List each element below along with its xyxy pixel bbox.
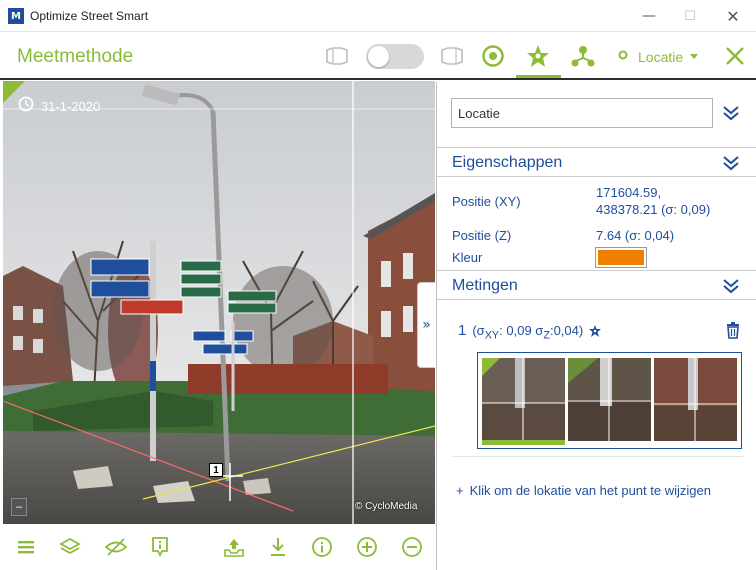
info-icon[interactable] [310, 535, 334, 559]
location-input[interactable] [451, 98, 713, 128]
download-icon[interactable] [266, 535, 290, 559]
selected-thumbnail-indicator [482, 440, 565, 445]
upload-icon[interactable] [222, 535, 246, 559]
eigenschappen-header[interactable]: Eigenschappen [437, 147, 756, 177]
kleur-label: Kleur [452, 250, 483, 265]
viewer-minus-button[interactable]: – [11, 498, 27, 516]
metingen-title: Metingen [452, 277, 518, 294]
chevron-double-down-icon[interactable] [722, 104, 740, 122]
measure-star-icon[interactable] [523, 41, 553, 71]
chevron-double-down-icon[interactable] [722, 277, 740, 295]
maximize-button[interactable]: ☐ [679, 6, 701, 26]
capture-date: 31-1-2020 [41, 98, 101, 114]
positie-z-value: 7.64 (σ: 0,04) [596, 228, 675, 243]
positie-xy-label: Positie (XY) [452, 194, 521, 209]
trash-icon[interactable] [725, 322, 741, 339]
thumbnail-2[interactable] [568, 358, 651, 441]
info-marker-icon[interactable] [148, 535, 172, 559]
window-close-button[interactable]: ✕ [722, 6, 744, 26]
collapse-panel-handle[interactable]: » [417, 282, 435, 368]
close-icon[interactable] [722, 43, 748, 69]
history-clock-icon [18, 96, 34, 112]
bottom-toolbar [0, 525, 436, 570]
panorama-viewer[interactable]: 31-1-2020 1 – © CycloMedia [3, 81, 435, 524]
menu-icon[interactable] [14, 535, 38, 559]
hide-icon[interactable] [104, 535, 128, 559]
capture-date-badge: 31-1-2020 [17, 95, 100, 117]
location-dropdown[interactable]: Locatie [638, 49, 683, 65]
split-right-icon[interactable] [438, 44, 466, 68]
location-dot-icon [618, 50, 628, 60]
toggle-knob [368, 46, 389, 67]
zoom-in-icon[interactable] [355, 535, 379, 559]
page-title: Meetmethode [17, 46, 134, 67]
measurement-point-marker[interactable]: 1 [209, 463, 223, 477]
panorama-image [3, 81, 435, 524]
measurement-item[interactable]: 1 (σXY: 0,09 σZ:0,04) [458, 322, 583, 342]
layers-icon[interactable] [58, 535, 82, 559]
minimize-button[interactable]: — [638, 6, 660, 26]
change-location-link[interactable]: + Klik om de lokatie van het punt te wijz… [456, 483, 711, 498]
metingen-header[interactable]: Metingen [437, 270, 756, 300]
app-logo-icon: M [8, 8, 24, 24]
properties-panel: Eigenschappen Positie (XY) 171604.59, 43… [436, 82, 756, 570]
kleur-color-fill [598, 250, 644, 265]
eigenschappen-title: Eigenschappen [452, 154, 563, 171]
chevron-down-icon[interactable] [690, 54, 698, 59]
positie-z-label: Positie (Z) [452, 228, 512, 243]
thumbnail-3[interactable] [654, 358, 737, 441]
split-left-icon[interactable] [323, 44, 351, 68]
chevron-double-down-icon[interactable] [722, 154, 740, 172]
measurement-thumbnails [477, 352, 742, 449]
kleur-color-picker[interactable] [595, 247, 647, 268]
divider [453, 456, 743, 457]
plus-icon: + [456, 483, 464, 498]
header-toolbar: Meetmethode Locatie [0, 32, 756, 80]
target-icon[interactable] [480, 43, 506, 69]
window-titlebar: M Optimize Street Smart — ☐ ✕ [0, 0, 756, 32]
zoom-out-icon[interactable] [400, 535, 424, 559]
active-tab-indicator [516, 75, 561, 78]
measure-star-small-icon [589, 325, 601, 337]
thumbnail-1[interactable] [482, 358, 565, 441]
copyright-label: © CycloMedia [355, 501, 418, 512]
nodes-icon[interactable] [568, 41, 598, 71]
positie-xy-value: 171604.59, 438378.21 (σ: 0,09) [596, 185, 711, 217]
view-toggle-switch[interactable] [366, 44, 424, 69]
measurement-number: 1 [458, 322, 467, 339]
window-title: Optimize Street Smart [30, 9, 149, 23]
